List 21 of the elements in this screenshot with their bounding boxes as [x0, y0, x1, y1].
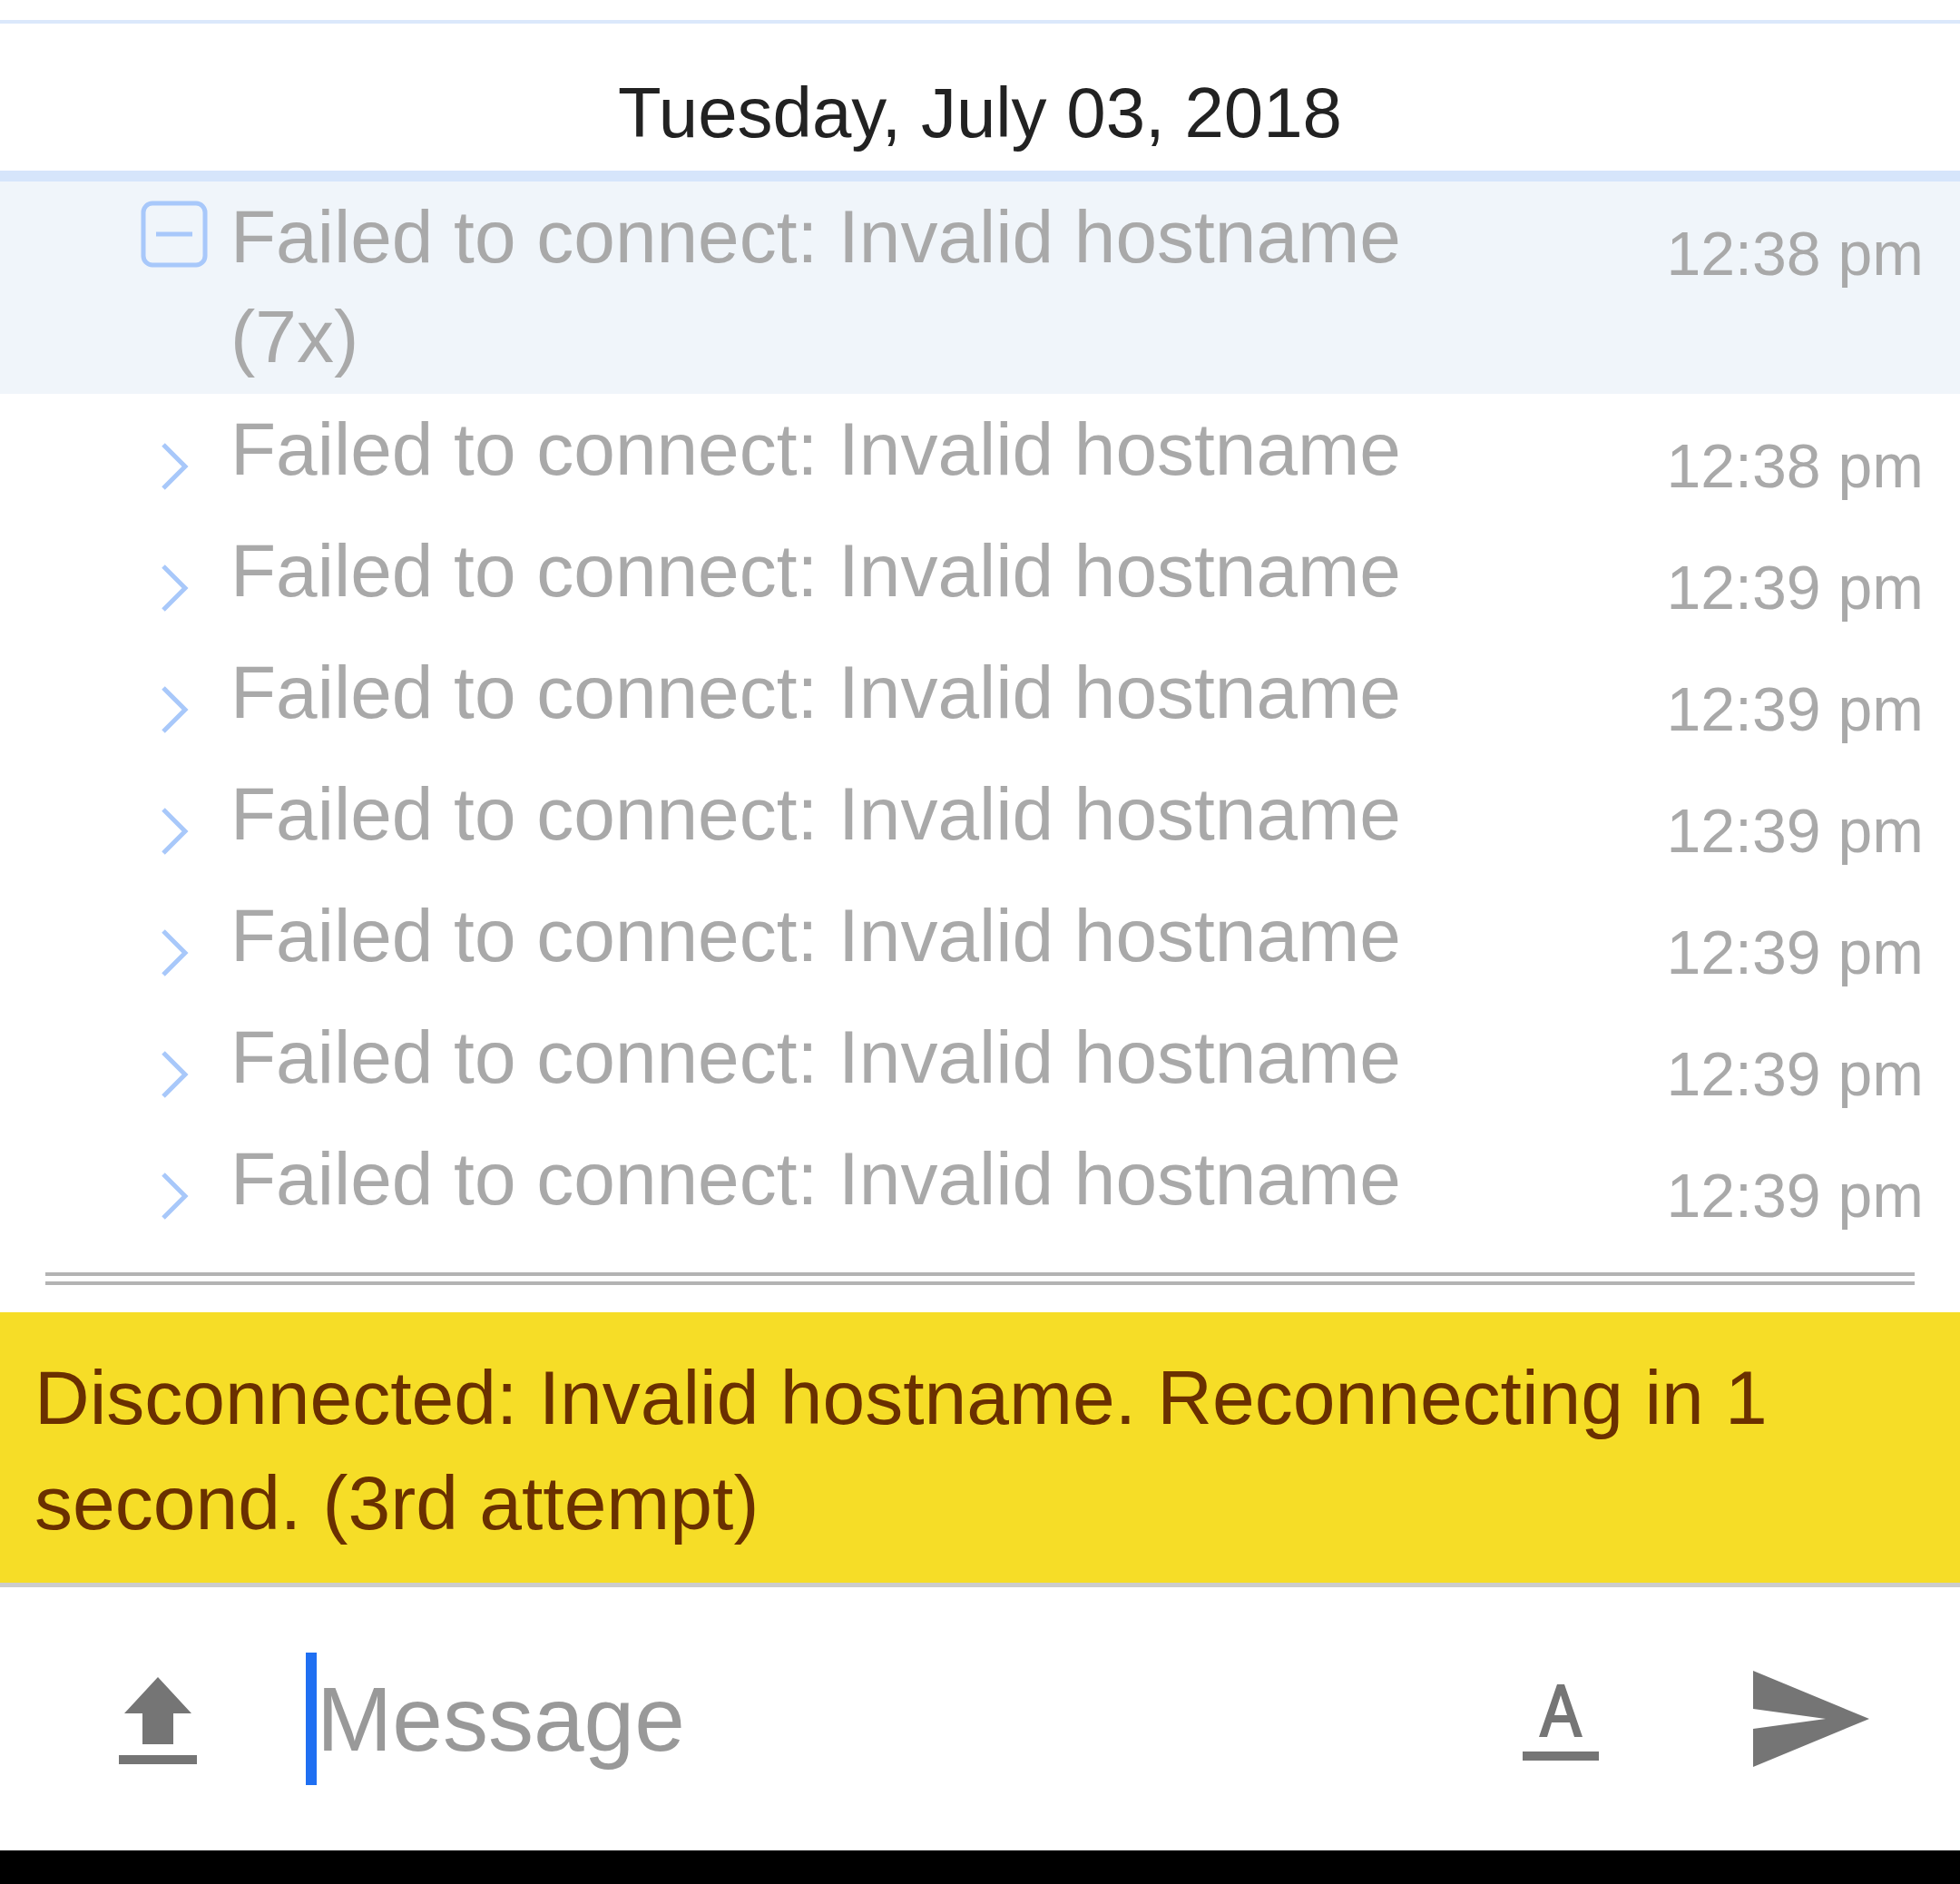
message-text: Failed to connect: Invalid hostname [230, 649, 1402, 735]
message-input[interactable]: Message [317, 1650, 1315, 1787]
message-text: Failed to connect: Invalid hostname [230, 892, 1402, 978]
message-text: Failed to connect: Invalid hostname [230, 1135, 1402, 1222]
status-banner: Disconnected: Invalid hostname. Reconnecting in 1 second. (3rd attempt) [0, 1311, 1960, 1587]
message-time: 12:38 pm [1666, 217, 1924, 289]
collapse-icon[interactable] [140, 199, 209, 269]
date-header: Tuesday, July 03, 2018 [617, 72, 1343, 154]
message-time: 12:38 pm [1666, 429, 1924, 502]
message-text: Failed to connect: Invalid hostname [230, 527, 1402, 613]
message-time: 12:39 pm [1666, 916, 1924, 988]
message-time: 12:39 pm [1666, 551, 1924, 623]
send-icon[interactable] [1753, 1670, 1869, 1767]
message-text: Failed to connect: Invalid hostname [230, 1014, 1402, 1100]
message-time: 12:39 pm [1666, 672, 1924, 745]
message-time: 12:39 pm [1666, 1037, 1924, 1110]
message-time: 12:39 pm [1666, 794, 1924, 867]
message-text: Failed to connect: Invalid hostname [230, 406, 1402, 492]
message-text: Failed to connect: Invalid hostname [230, 770, 1402, 857]
message-text: Failed to connect: Invalid hostname (7x) [230, 193, 1402, 379]
message-time: 12:39 pm [1666, 1159, 1924, 1231]
